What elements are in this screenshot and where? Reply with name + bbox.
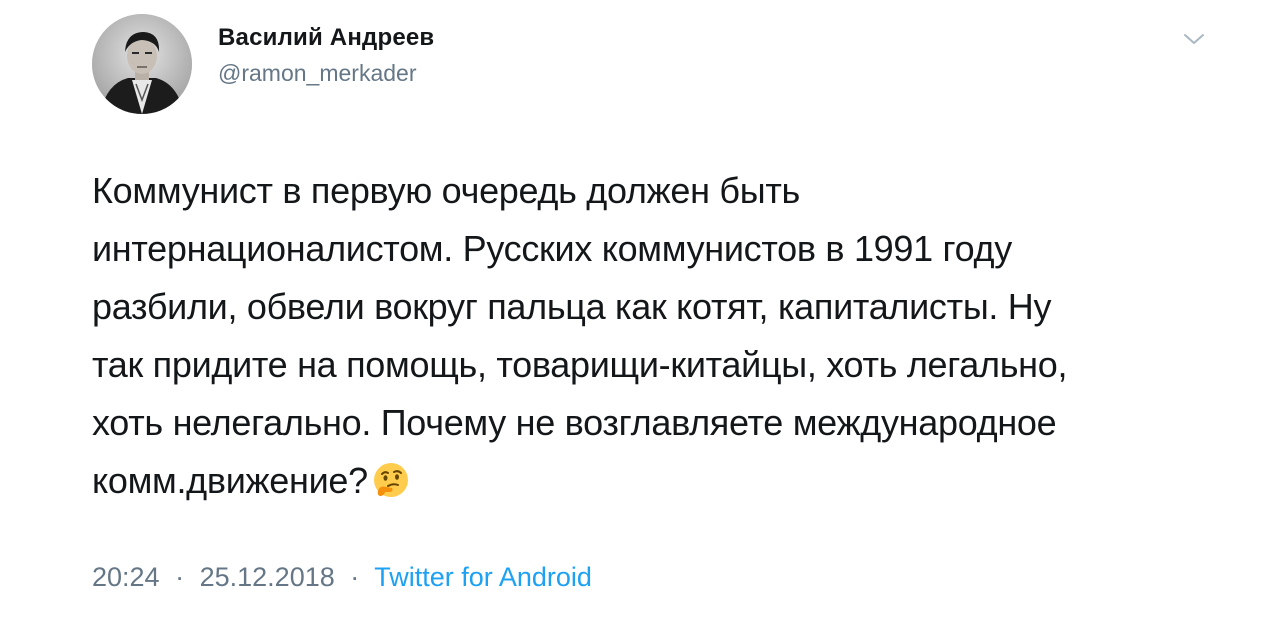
tweet-text-line: разбили, обвели вокруг пальца как котят,… (92, 286, 1052, 327)
tweet-meta: 20:24 · 25.12.2018 · Twitter for Android (92, 562, 592, 593)
tweet-text: Коммунист в первую очередь должен быть и… (92, 162, 1212, 510)
thinking-face-icon (372, 458, 410, 497)
tweet-text-line: Коммунист в первую очередь должен быть (92, 170, 800, 211)
user-handle[interactable]: @ramon_merkader (218, 60, 416, 87)
tweet-text-line: комм.движение? (92, 460, 368, 501)
meta-separator: · (350, 562, 360, 592)
tweet-card: Василий Андреев @ramon_merkader Коммунис… (0, 0, 1280, 628)
tweet-source-link[interactable]: Twitter for Android (374, 562, 592, 592)
chevron-down-icon[interactable] (1182, 30, 1206, 48)
tweet-text-last-line: комм.движение? (92, 452, 1212, 510)
display-name[interactable]: Василий Андреев (218, 24, 434, 52)
avatar[interactable] (92, 14, 192, 114)
tweet-date[interactable]: 25.12.2018 (200, 562, 335, 592)
tweet-text-line: так придите на помощь, товарищи-китайцы,… (92, 344, 1068, 385)
meta-separator: · (175, 562, 185, 592)
tweet-time[interactable]: 20:24 (92, 562, 160, 592)
tweet-text-line: интернационалистом. Русских коммунистов … (92, 228, 1012, 269)
tweet-text-line: хоть нелегально. Почему не возглавляете … (92, 402, 1057, 443)
